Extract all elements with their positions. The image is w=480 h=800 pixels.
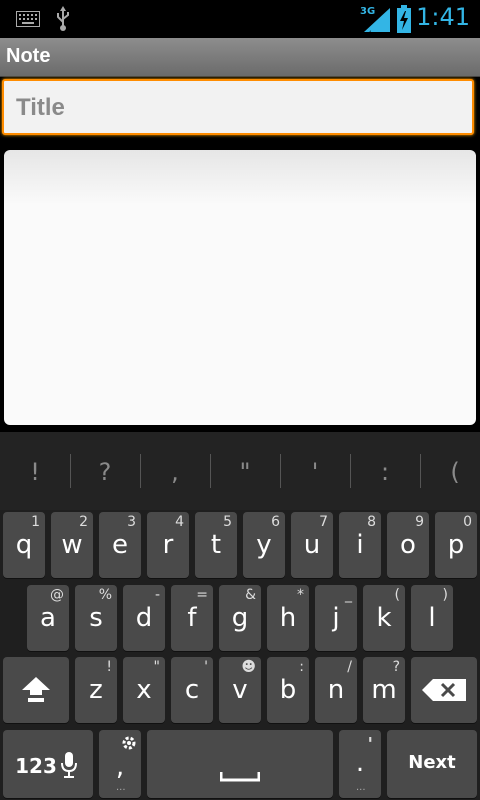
note-editor: Title <box>0 77 480 432</box>
key-h[interactable]: * h <box>267 585 309 651</box>
next-button[interactable]: Next <box>387 730 477 798</box>
space-icon <box>220 772 260 782</box>
microphone-icon <box>61 752 77 778</box>
shift-icon <box>22 677 50 702</box>
key-i[interactable]: 8i <box>339 512 381 578</box>
key-f[interactable]: = f <box>171 585 213 651</box>
backspace-icon <box>422 679 466 701</box>
app-title: Note <box>6 45 51 67</box>
key-j[interactable]: _ j <box>315 585 357 651</box>
comma-key[interactable]: , ··· <box>99 730 141 798</box>
title-input[interactable]: Title <box>2 79 474 135</box>
key-o[interactable]: 9o <box>387 512 429 578</box>
key-w[interactable]: 2w <box>51 512 93 578</box>
key-u[interactable]: 7u <box>291 512 333 578</box>
period-key[interactable]: ' . ··· <box>339 730 381 798</box>
key-g[interactable]: & g <box>219 585 261 651</box>
key-x[interactable]: " x <box>123 657 165 723</box>
status-bar: 3G 1:41 <box>0 0 480 38</box>
space-key[interactable] <box>147 730 333 798</box>
soft-keyboard: ! ? , " ' : ( 1q 2w 3e 4r 5t 6y 7u 8i 9o… <box>0 432 480 800</box>
suggestion-item[interactable]: " <box>210 458 280 486</box>
key-l[interactable]: ) l <box>411 585 453 651</box>
backspace-key[interactable] <box>411 657 477 723</box>
battery-charging-icon <box>397 5 411 33</box>
key-d[interactable]: -d <box>123 585 165 651</box>
suggestion-item[interactable]: ? <box>70 458 140 486</box>
key-t[interactable]: 5t <box>195 512 237 578</box>
suggestion-item[interactable]: , <box>140 458 210 486</box>
key-p[interactable]: 0p <box>435 512 477 578</box>
key-c[interactable]: ' c <box>171 657 213 723</box>
suggestion-item[interactable]: : <box>350 458 420 486</box>
key-e[interactable]: 3e <box>99 512 141 578</box>
suggestion-item[interactable]: ( <box>420 458 480 486</box>
note-body-input[interactable] <box>4 150 476 425</box>
suggestion-item[interactable]: ! <box>0 458 70 486</box>
key-q[interactable]: 1q <box>3 512 45 578</box>
keyboard-icon <box>16 11 40 27</box>
title-placeholder: Title <box>16 94 65 121</box>
key-m[interactable]: ? m <box>363 657 405 723</box>
app-title-bar: Note <box>0 38 480 77</box>
key-n[interactable]: / n <box>315 657 357 723</box>
settings-icon <box>122 736 136 750</box>
key-v[interactable]: ☻ v <box>219 657 261 723</box>
key-b[interactable]: :b <box>267 657 309 723</box>
usb-icon <box>57 6 69 31</box>
suggestion-item[interactable]: ' <box>280 458 350 486</box>
clock: 1:41 <box>416 3 470 31</box>
symbols-mic-key[interactable]: 123 <box>3 730 93 798</box>
key-y[interactable]: 6y <box>243 512 285 578</box>
key-a[interactable]: @ a <box>27 585 69 651</box>
key-z[interactable]: ! z <box>75 657 117 723</box>
key-k[interactable]: (k <box>363 585 405 651</box>
suggestion-strip: ! ? , " ' : ( <box>0 432 480 510</box>
shift-key[interactable] <box>3 657 69 723</box>
key-s[interactable]: % s <box>75 585 117 651</box>
more-keys-dots: ··· <box>356 785 366 796</box>
key-r[interactable]: 4r <box>147 512 189 578</box>
more-keys-dots: ··· <box>116 785 126 796</box>
signal-icon <box>364 8 390 32</box>
